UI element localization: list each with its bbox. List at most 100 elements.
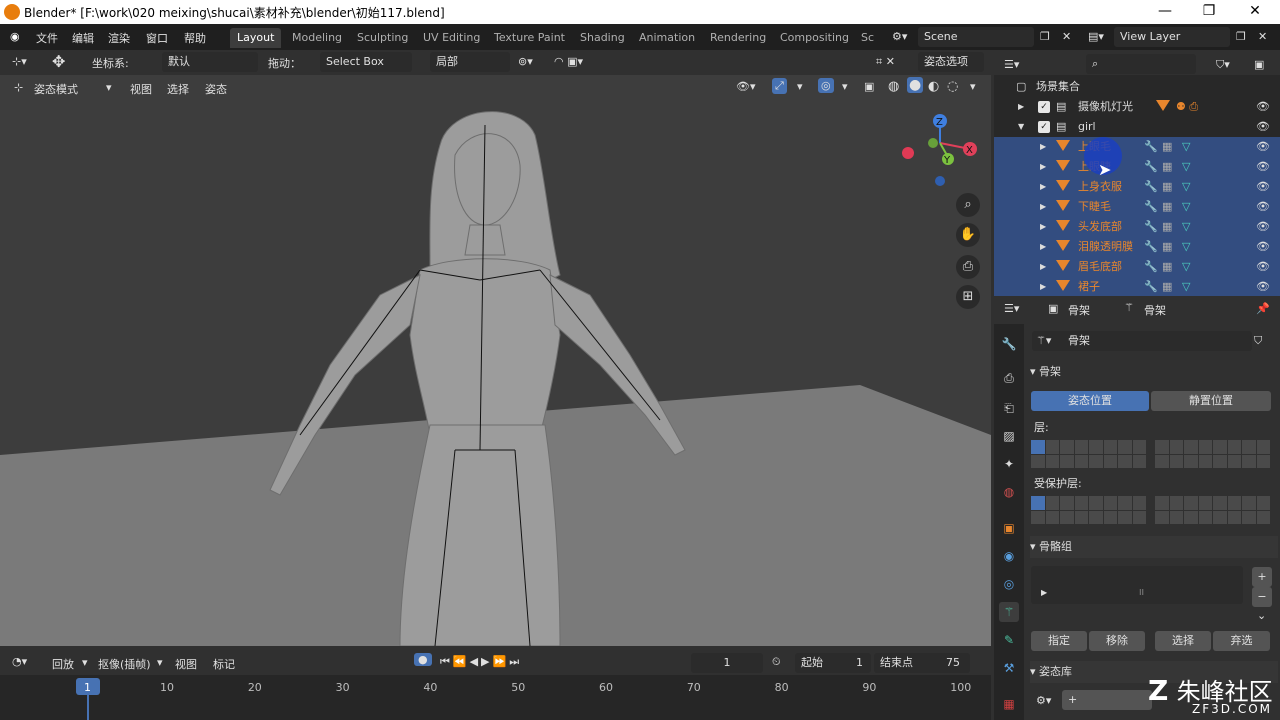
visibility-eye-icon[interactable]: 👁 xyxy=(1256,217,1270,237)
visibility-eye-icon[interactable]: 👁 xyxy=(1256,117,1270,137)
blender-menu-icon[interactable]: ◉ xyxy=(10,30,20,43)
playback-chevron-icon[interactable]: ▾ xyxy=(82,656,88,669)
tool-tab-icon[interactable]: 🔧 xyxy=(999,334,1019,354)
gizmo-dropdown-icon[interactable]: ▾ xyxy=(797,80,803,93)
overlay-toggle-icon[interactable]: ◎ xyxy=(818,78,834,93)
collection-checkbox[interactable]: ✓ xyxy=(1038,101,1050,113)
shading-rendered-icon[interactable]: ◌ xyxy=(947,79,958,94)
expand-arrow-icon[interactable]: ▶ xyxy=(1040,257,1046,277)
maximize-button[interactable]: ❐ xyxy=(1186,0,1232,24)
list-expand-icon[interactable]: ▶ xyxy=(1041,588,1047,597)
armature-data-tab-icon[interactable]: ⚚ xyxy=(999,602,1019,622)
expand-arrow-icon[interactable]: ▶ xyxy=(1040,277,1046,297)
editor-type-icon[interactable]: ⊹▾ xyxy=(12,55,27,68)
assign-button[interactable]: 指定 xyxy=(1031,631,1087,651)
armature-browse-icon[interactable]: ⚚▾ xyxy=(1036,334,1051,347)
outliner-row-object[interactable]: ▶ 泪腺透明膜 🔧 ▦ ▽ 👁 xyxy=(994,237,1280,257)
zoom-icon[interactable]: ⌕ xyxy=(956,193,980,217)
visibility-eye-icon[interactable]: 👁 xyxy=(1256,257,1270,277)
expand-arrow-icon[interactable]: ▶ xyxy=(1040,197,1046,217)
3d-viewport[interactable]: Z X Y ⌕ ✋ ⎙ ⊞ xyxy=(0,75,991,646)
tab-sculpting[interactable]: Sculpting xyxy=(350,28,415,48)
gizmo-neg-z-icon[interactable] xyxy=(935,176,945,186)
scene-tab-icon[interactable]: ✦ xyxy=(999,454,1019,474)
view-layer-tab-icon[interactable]: ▨ xyxy=(999,426,1019,446)
mode-dropdown[interactable]: 姿态模式 xyxy=(34,81,78,97)
menu-pose[interactable]: 姿态 xyxy=(205,81,227,97)
visibility-icon[interactable]: 👁▾ xyxy=(736,80,756,93)
outliner-row-girl[interactable]: ▼ ✓ ▤ girl 👁 xyxy=(994,117,1280,137)
outliner-scene-collection[interactable]: ▢ 场景集合 xyxy=(994,77,1280,97)
overlay-dropdown-icon[interactable]: ▾ xyxy=(842,80,848,93)
world-tab-icon[interactable]: ◍ xyxy=(999,482,1019,502)
pin-icon[interactable]: 📌 xyxy=(1256,302,1270,315)
gizmo-neg-x-icon[interactable] xyxy=(902,147,914,159)
preview-range-icon[interactable]: ⏲ xyxy=(772,655,781,669)
bone-group-menu-icon[interactable]: ⌄ xyxy=(1257,609,1266,622)
pan-hand-icon[interactable]: ✋ xyxy=(956,223,980,247)
fake-user-shield-icon[interactable]: ⛉ xyxy=(1254,334,1262,348)
section-collapse-icon[interactable]: ▾ xyxy=(1030,665,1036,678)
camera-view-icon[interactable]: ⎙ xyxy=(956,255,980,279)
expand-arrow-icon[interactable]: ▶ xyxy=(1040,237,1046,257)
ortho-grid-icon[interactable]: ⊞ xyxy=(956,285,980,309)
mode-dropdown-chevron-icon[interactable]: ▾ xyxy=(106,81,112,94)
end-frame-field[interactable]: 结束点 75 xyxy=(874,653,970,673)
tab-uv-editing[interactable]: UV Editing xyxy=(416,28,487,48)
outliner-new-collection-icon[interactable]: ▣ xyxy=(1254,55,1264,75)
minimize-button[interactable]: — xyxy=(1142,0,1188,24)
visibility-eye-icon[interactable]: 👁 xyxy=(1256,177,1270,197)
current-frame-field[interactable]: 1 xyxy=(691,653,763,673)
protected-grid-left[interactable] xyxy=(1031,496,1146,524)
bone-constraint-tab-icon[interactable]: ⚒ xyxy=(999,658,1019,678)
shading-material-icon[interactable]: ◐ xyxy=(928,79,939,94)
protected-grid-right[interactable] xyxy=(1155,496,1270,524)
outliner-row-camera-lights[interactable]: ▶ ✓ ▤ 摄像机灯光 ⚉ ⎙ 👁 xyxy=(994,97,1280,117)
outliner-row-object[interactable]: ▶ 上身衣服 🔧 ▦ ▽ 👁 xyxy=(994,177,1280,197)
output-tab-icon[interactable]: ⎗ xyxy=(999,398,1019,418)
tab-shading[interactable]: Shading xyxy=(573,28,632,48)
scene-icon[interactable]: ⚙▾ xyxy=(892,30,907,43)
visibility-eye-icon[interactable]: 👁 xyxy=(1256,237,1270,257)
pivot-dropdown[interactable]: 局部 xyxy=(430,52,510,72)
pose-library-browse-icon[interactable]: ⚙▾ xyxy=(1036,694,1051,707)
timeline-view-menu[interactable]: 视图 xyxy=(175,656,197,672)
transform-move-icon[interactable]: ✥ xyxy=(52,52,65,71)
tab-layout[interactable]: Layout xyxy=(230,28,282,48)
snap-icon[interactable]: ⊚▾ xyxy=(518,55,533,68)
modifier-tab-icon[interactable]: ◉ xyxy=(999,546,1019,566)
coord-dropdown[interactable]: 默认 xyxy=(162,52,258,72)
collection-checkbox[interactable]: ✓ xyxy=(1038,121,1050,133)
menu-file[interactable]: 文件 xyxy=(36,30,58,46)
view-layer-delete-icon[interactable]: ✕ xyxy=(1258,30,1267,43)
outliner-type-icon[interactable]: ☰▾ xyxy=(1004,55,1019,75)
deselect-button[interactable]: 弃选 xyxy=(1213,631,1270,651)
proportional-icon[interactable]: ◠ ▣▾ xyxy=(554,55,583,68)
visibility-eye-icon[interactable]: 👁 xyxy=(1256,277,1270,297)
section-collapse-icon[interactable]: ▾ xyxy=(1030,540,1036,553)
shading-solid-icon[interactable]: ● xyxy=(907,77,924,93)
layers-grid-left[interactable] xyxy=(1031,440,1146,468)
visibility-eye-icon[interactable]: 👁 xyxy=(1256,157,1270,177)
expand-arrow-icon[interactable]: ▶ xyxy=(1040,177,1046,197)
keying-menu[interactable]: 抠像(插帧) xyxy=(98,656,151,672)
view-layer-field[interactable]: View Layer xyxy=(1114,27,1230,47)
bone-groups-section-header[interactable]: ▾ 骨骼组 xyxy=(1030,536,1278,558)
outliner-row-object[interactable]: ▶ 下睫毛 🔧 ▦ ▽ 👁 xyxy=(994,197,1280,217)
tab-animation[interactable]: Animation xyxy=(632,28,702,48)
armature-name-field[interactable]: 骨架 xyxy=(1032,331,1252,351)
tab-scripting[interactable]: Sc xyxy=(854,28,881,48)
remove-button[interactable]: 移除 xyxy=(1089,631,1145,651)
physics-tab-icon[interactable]: ◎ xyxy=(999,574,1019,594)
select-button[interactable]: 选择 xyxy=(1155,631,1211,651)
tab-texture-paint[interactable]: Texture Paint xyxy=(487,28,572,48)
outliner-row-object[interactable]: ▶ 头发底部 🔧 ▦ ▽ 👁 xyxy=(994,217,1280,237)
properties-type-icon[interactable]: ☰▾ xyxy=(1004,302,1019,315)
drag-dropdown[interactable]: Select Box xyxy=(320,52,412,72)
bone-tab-icon[interactable]: ✎ xyxy=(999,630,1019,650)
expand-arrow-icon[interactable]: ▶ xyxy=(1018,97,1024,117)
tab-rendering[interactable]: Rendering xyxy=(703,28,773,48)
menu-edit[interactable]: 编辑 xyxy=(72,30,94,46)
rest-position-button[interactable]: 静置位置 xyxy=(1151,391,1271,411)
navigation-gizmo[interactable]: Z X Y xyxy=(898,111,988,201)
